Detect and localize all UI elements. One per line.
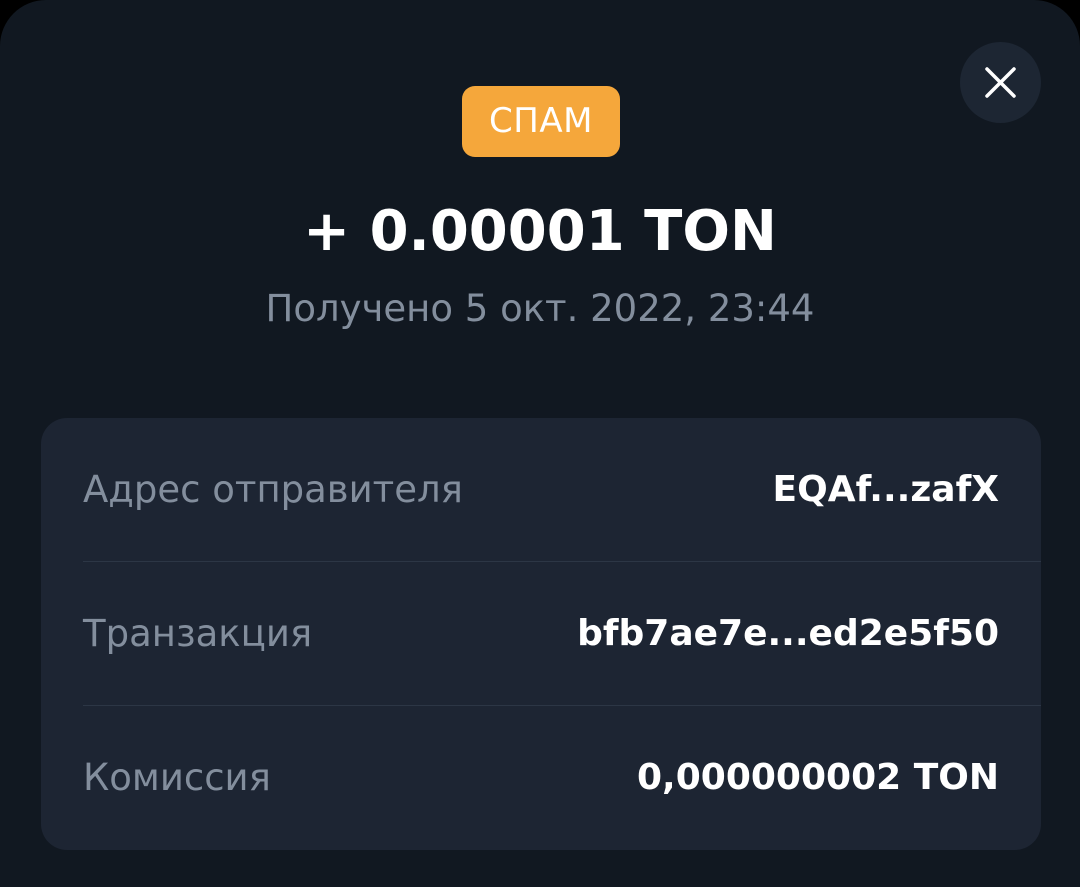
details-card: Адрес отправителя EQAf...zafX Транзакция…: [41, 418, 1041, 850]
fee-row: Комиссия 0,000000002 TON: [41, 706, 1041, 850]
transaction-amount: + 0.00001 TON: [303, 199, 777, 264]
received-date: Получено 5 окт. 2022, 23:44: [265, 287, 815, 330]
sender-address-row[interactable]: Адрес отправителя EQAf...zafX: [41, 418, 1041, 562]
transaction-hash-value[interactable]: bfb7ae7e...ed2e5f50: [577, 562, 999, 706]
close-button[interactable]: [960, 42, 1041, 123]
close-icon: [985, 67, 1016, 98]
spam-badge: СПАМ: [462, 86, 620, 157]
transaction-row[interactable]: Транзакция bfb7ae7e...ed2e5f50: [41, 562, 1041, 706]
transaction-details-sheet: СПАМ + 0.00001 TON Получено 5 окт. 2022,…: [0, 0, 1080, 887]
sender-address-label: Адрес отправителя: [83, 468, 463, 511]
fee-value: 0,000000002 TON: [637, 757, 999, 798]
sender-address-value[interactable]: EQAf...zafX: [773, 418, 999, 562]
fee-label: Комиссия: [83, 756, 271, 799]
transaction-label: Транзакция: [83, 612, 313, 655]
